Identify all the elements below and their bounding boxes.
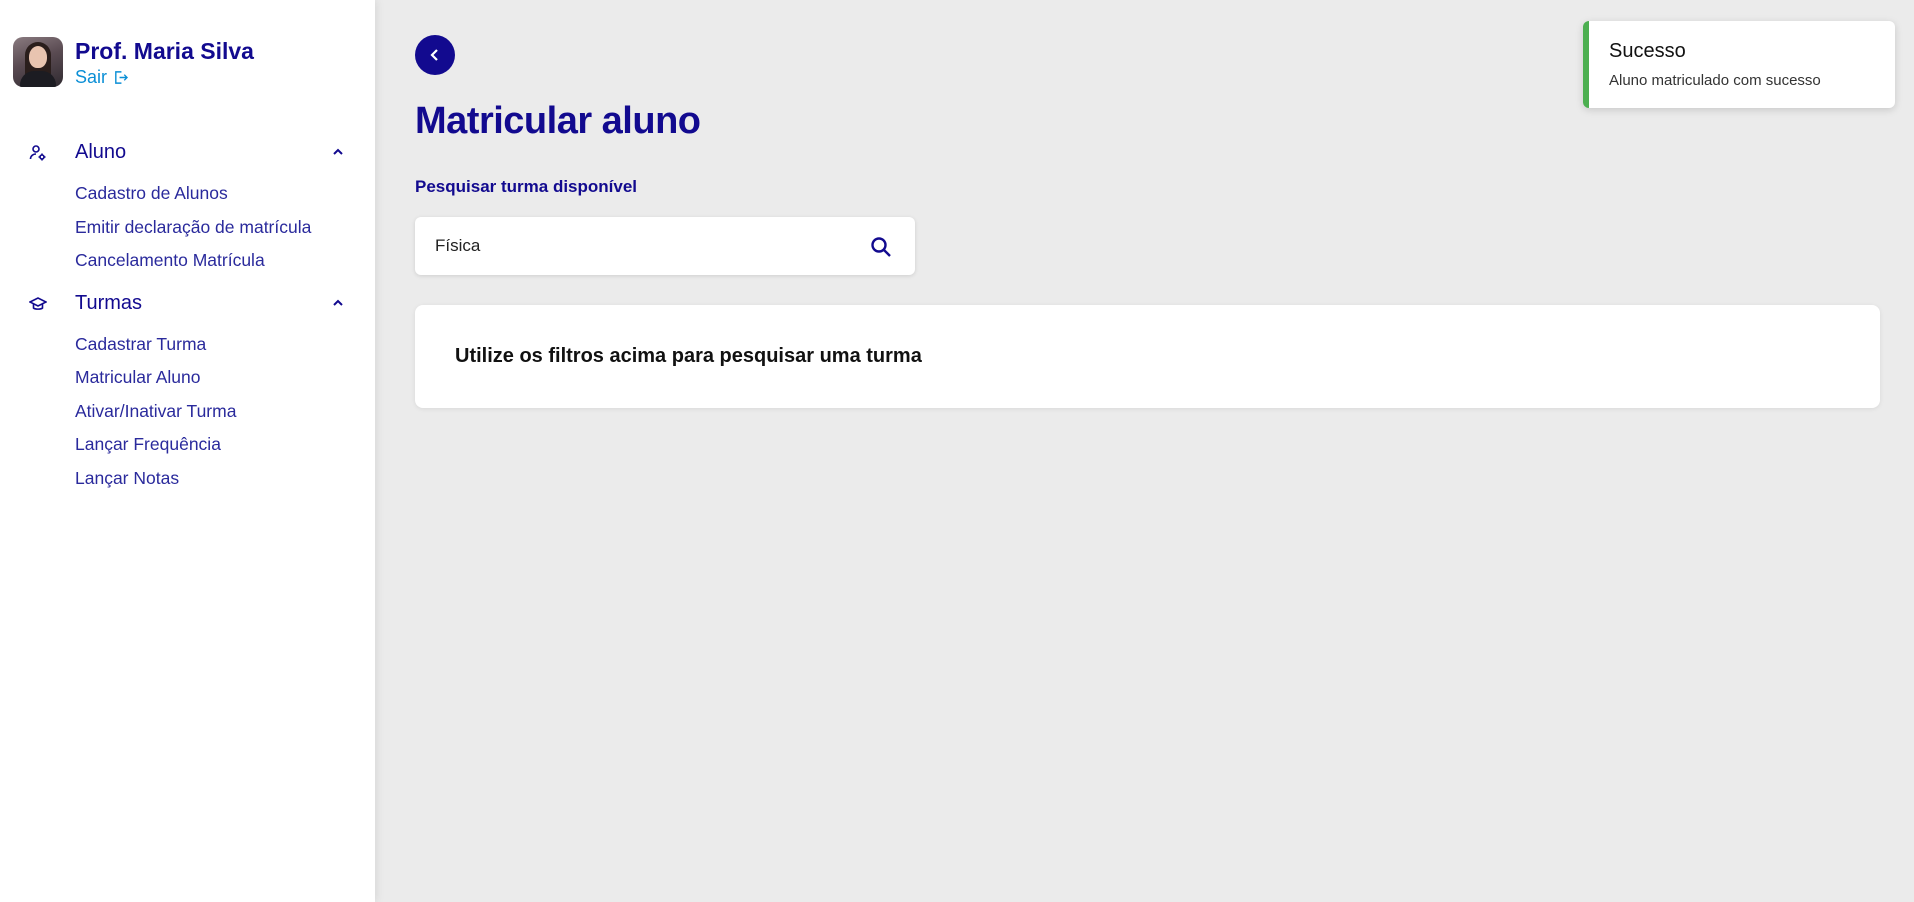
search-input[interactable] <box>435 236 835 256</box>
results-panel: Utilize os filtros acima para pesquisar … <box>415 305 1880 408</box>
sidebar-item-matricular-aluno[interactable]: Matricular Aluno <box>75 367 200 388</box>
avatar <box>13 37 63 87</box>
logout-label: Sair <box>75 67 108 87</box>
search-label: Pesquisar turma disponível <box>415 177 638 196</box>
chevron-up-icon[interactable] <box>331 297 345 309</box>
logout-icon <box>115 71 129 84</box>
sidebar-section-label: Turmas <box>75 291 143 314</box>
sidebar-section-aluno: Aluno <box>0 137 375 167</box>
sidebar-item-lancar-frequencia[interactable]: Lançar Frequência <box>75 434 221 455</box>
search-box <box>415 217 915 275</box>
sidebar-item-cancelamento-matricula[interactable]: Cancelamento Matrícula <box>75 250 265 271</box>
sidebar-section-turmas: Turmas <box>0 288 375 318</box>
sidebar-item-cadastrar-turma[interactable]: Cadastrar Turma <box>75 334 206 355</box>
toast-message: Aluno matriculado com sucesso <box>1609 72 1821 89</box>
user-gear-icon <box>29 145 46 161</box>
toast-title: Sucesso <box>1609 40 1686 62</box>
chevron-up-icon[interactable] <box>331 146 345 158</box>
page-title: Matricular aluno <box>415 100 701 142</box>
sidebar-item-lancar-notas[interactable]: Lançar Notas <box>75 468 179 489</box>
logout-link[interactable]: Sair <box>75 67 254 88</box>
user-profile: Prof. Maria Silva Sair <box>13 37 254 88</box>
back-button[interactable] <box>415 35 455 75</box>
empty-state-message: Utilize os filtros acima para pesquisar … <box>455 345 922 367</box>
profile-name: Prof. Maria Silva <box>75 38 254 64</box>
sidebar-item-emitir-declaracao[interactable]: Emitir declaração de matrícula <box>75 217 311 238</box>
search-icon[interactable] <box>869 235 893 259</box>
sidebar-header-turmas[interactable]: Turmas <box>0 288 375 318</box>
success-toast: Sucesso Aluno matriculado com sucesso <box>1583 21 1895 108</box>
graduation-cap-icon <box>29 297 47 310</box>
chevron-left-icon <box>430 49 438 61</box>
sidebar-header-aluno[interactable]: Aluno <box>0 137 375 167</box>
sidebar: Prof. Maria Silva Sair Aluno Cadastro de… <box>0 0 375 902</box>
sidebar-section-label: Aluno <box>75 140 127 163</box>
sidebar-item-ativar-inativar-turma[interactable]: Ativar/Inativar Turma <box>75 401 236 422</box>
sidebar-item-cadastro-alunos[interactable]: Cadastro de Alunos <box>75 183 228 204</box>
